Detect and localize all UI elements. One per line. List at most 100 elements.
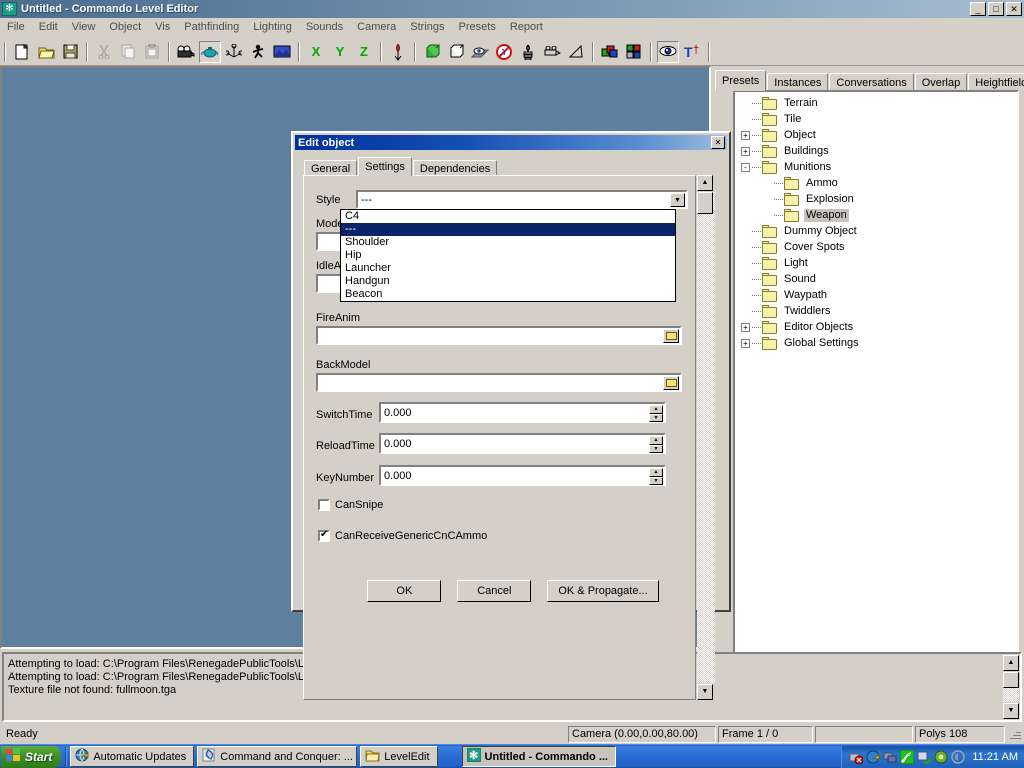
tab-settings[interactable]: Settings	[358, 157, 412, 176]
tree-item-ammo[interactable]: Ammo	[735, 175, 1017, 191]
folder-browse-icon[interactable]	[663, 376, 679, 390]
scroll-down-icon[interactable]: ▼	[697, 684, 713, 700]
scroll-track[interactable]	[697, 192, 715, 683]
expand-icon[interactable]: +	[741, 147, 750, 156]
tree-item-weapon[interactable]: Weapon	[735, 207, 1017, 223]
wireframe-cube-icon[interactable]	[421, 41, 443, 63]
spin-up-icon[interactable]: ▲	[649, 468, 663, 477]
tree-item-twiddlers[interactable]: Twiddlers	[735, 303, 1017, 319]
tree-item-cover-spots[interactable]: Cover Spots	[735, 239, 1017, 255]
tree-item-buildings[interactable]: +Buildings	[735, 143, 1017, 159]
axis-x-icon[interactable]: X	[305, 41, 327, 63]
camera-icon[interactable]	[175, 41, 197, 63]
walk-mode-icon[interactable]	[247, 41, 269, 63]
menu-item-presets[interactable]: Presets	[452, 19, 503, 35]
menu-item-object[interactable]: Object	[102, 19, 148, 35]
tree-item-terrain[interactable]: Terrain	[735, 95, 1017, 111]
scroll-down-icon[interactable]: ▼	[1003, 703, 1019, 719]
tree-item-explosion[interactable]: Explosion	[735, 191, 1017, 207]
no-entry-icon[interactable]	[493, 41, 515, 63]
dropdown-option-hip[interactable]: Hip	[341, 249, 675, 262]
dropdown-option-dashes[interactable]: ---	[341, 223, 675, 236]
tree-item-tile[interactable]: Tile	[735, 111, 1017, 127]
menu-item-strings[interactable]: Strings	[403, 19, 451, 35]
spin-down-icon[interactable]: ▼	[649, 414, 663, 423]
vis-eye-icon[interactable]	[469, 41, 491, 63]
paste-clipboard-icon[interactable]	[141, 41, 163, 63]
dropdown-option-shoulder[interactable]: Shoulder	[341, 236, 675, 249]
text-tool-icon[interactable]: T†	[681, 41, 703, 63]
scroll-thumb[interactable]	[697, 192, 713, 214]
canreceive-checkbox[interactable]	[318, 530, 330, 542]
style-combobox[interactable]: --- ▼	[356, 190, 688, 209]
menu-item-report[interactable]: Report	[503, 19, 550, 35]
nvidia-settings-icon[interactable]	[934, 750, 948, 764]
spin-down-icon[interactable]: ▼	[649, 477, 663, 486]
tree-item-light[interactable]: Light	[735, 255, 1017, 271]
axis-z-icon[interactable]: Z	[353, 41, 375, 63]
folder-browse-icon[interactable]	[663, 329, 679, 343]
camera-path-icon[interactable]	[541, 41, 563, 63]
solid-cube-icon[interactable]	[445, 41, 467, 63]
tree-item-editor-objects[interactable]: +Editor Objects	[735, 319, 1017, 335]
scroll-up-icon[interactable]: ▲	[1003, 655, 1019, 671]
tab-dependencies[interactable]: Dependencies	[413, 160, 497, 176]
tree-item-sound[interactable]: Sound	[735, 271, 1017, 287]
tree-item-waypath[interactable]: Waypath	[735, 287, 1017, 303]
dropdown-option-beacon[interactable]: Beacon	[341, 288, 675, 301]
dialog-scrollbar[interactable]: ▲ ▼	[697, 175, 715, 700]
cansnipe-checkbox[interactable]	[318, 499, 330, 511]
network-connection-icon[interactable]	[883, 750, 897, 764]
expand-icon[interactable]: +	[741, 339, 750, 348]
cancel-button[interactable]: Cancel	[457, 580, 531, 602]
updates-globe-icon[interactable]	[866, 750, 880, 764]
cut-scissors-icon[interactable]	[93, 41, 115, 63]
reloadtime-field[interactable]: 0.000 ▲ ▼	[379, 433, 666, 454]
light-icon[interactable]	[517, 41, 539, 63]
ok-button[interactable]: OK	[367, 580, 441, 602]
keynumber-stepper[interactable]: ▲ ▼	[649, 468, 663, 485]
tab-overlap[interactable]: Overlap	[915, 73, 968, 91]
presets-tree[interactable]: TerrainTile+Object+Buildings-MunitionsAm…	[733, 90, 1019, 668]
tab-general[interactable]: General	[304, 160, 357, 176]
scroll-thumb[interactable]	[1003, 672, 1019, 688]
keynumber-field[interactable]: 0.000 ▲ ▼	[379, 465, 666, 486]
tab-presets[interactable]: Presets	[715, 70, 766, 91]
resize-grip-icon[interactable]	[1008, 727, 1022, 741]
dropdown-option-c4[interactable]: C4	[341, 210, 675, 223]
dropdown-option-handgun[interactable]: Handgun	[341, 275, 675, 288]
shield-check-icon[interactable]	[917, 750, 931, 764]
menu-item-vis[interactable]: Vis	[148, 19, 177, 35]
menu-item-edit[interactable]: Edit	[32, 19, 65, 35]
expand-icon[interactable]: +	[741, 323, 750, 332]
taskbar-clock[interactable]: 11:21 AM	[972, 751, 1018, 763]
start-button[interactable]: Start	[1, 746, 61, 768]
taskbar-item-command-and-conquer[interactable]: Command and Conquer: ...	[197, 746, 357, 767]
save-disk-icon[interactable]	[59, 41, 81, 63]
close-button[interactable]: ✕	[1006, 2, 1022, 16]
network-error-icon[interactable]	[849, 750, 863, 764]
backmodel-field[interactable]	[316, 373, 682, 392]
tree-item-object[interactable]: +Object	[735, 127, 1017, 143]
tab-heightfield[interactable]: Heightfield	[968, 73, 1024, 91]
tree-item-dummy-object[interactable]: Dummy Object	[735, 223, 1017, 239]
color-blocks-icon[interactable]	[623, 41, 645, 63]
canreceive-row[interactable]: CanReceiveGenericCnCAmmo	[318, 530, 487, 542]
taskbar-item-automatic-updates[interactable]: Automatic Updates	[70, 746, 194, 767]
menu-item-view[interactable]: View	[65, 19, 103, 35]
spin-up-icon[interactable]: ▲	[649, 436, 663, 445]
terrain-icon[interactable]	[271, 41, 293, 63]
scroll-up-icon[interactable]: ▲	[697, 175, 713, 191]
dialog-close-icon[interactable]: ✕	[711, 136, 725, 149]
taskbar-item-commando-active[interactable]: ✻ Untitled - Commando ...	[462, 746, 616, 767]
reloadtime-stepper[interactable]: ▲ ▼	[649, 436, 663, 453]
menu-item-pathfinding[interactable]: Pathfinding	[177, 19, 246, 35]
log-scrollbar[interactable]: ▲ ▼	[1003, 655, 1019, 719]
tab-instances[interactable]: Instances	[767, 73, 828, 91]
fireanim-field[interactable]	[316, 326, 682, 345]
dropdown-option-launcher[interactable]: Launcher	[341, 262, 675, 275]
new-file-icon[interactable]	[11, 41, 33, 63]
drop-to-ground-icon[interactable]	[387, 41, 409, 63]
wireless-signal-icon[interactable]	[900, 750, 914, 764]
menu-item-sounds[interactable]: Sounds	[299, 19, 350, 35]
